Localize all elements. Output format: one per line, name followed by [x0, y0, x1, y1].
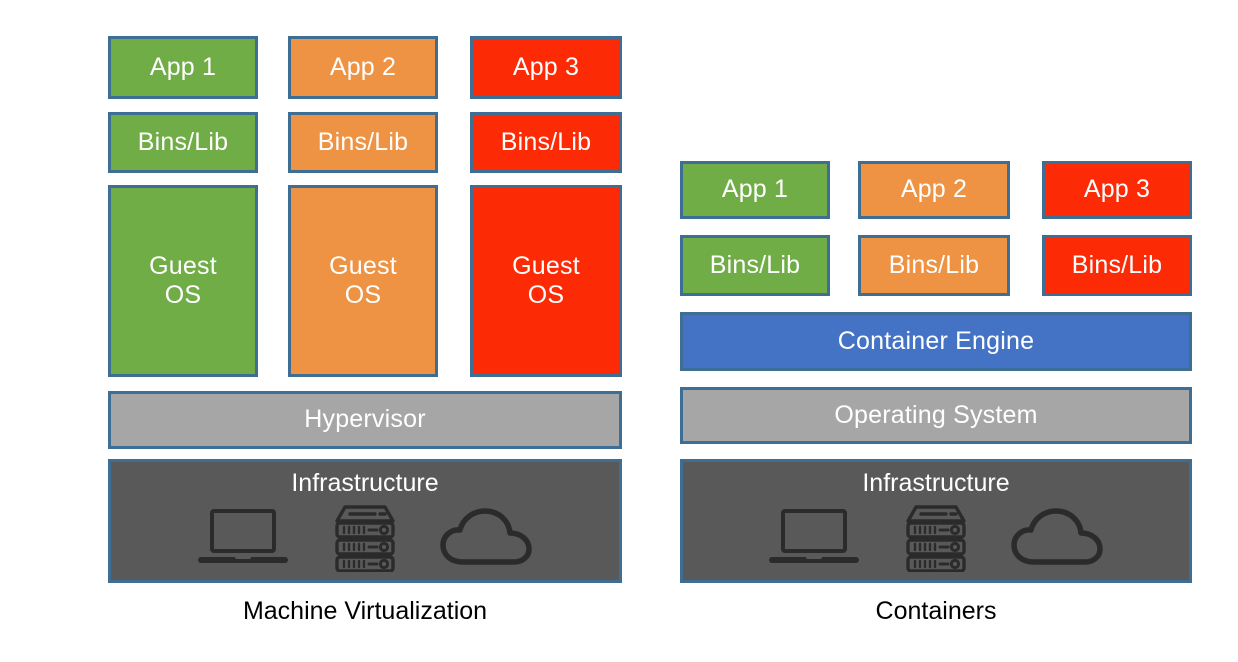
container-binslib-box-3[interactable]: Bins/Lib	[1042, 235, 1192, 296]
vm-app-box-1[interactable]: App 1	[108, 36, 258, 99]
vm-app-box-3[interactable]: App 3	[470, 36, 622, 99]
laptop-icon	[766, 506, 862, 568]
vm-guest-os-box-3[interactable]: Guest OS	[470, 185, 622, 377]
laptop-icon	[195, 506, 291, 568]
container-app-box-1[interactable]: App 1	[680, 161, 830, 219]
vm-infrastructure-icon-group	[111, 502, 619, 572]
container-app-box-2[interactable]: App 2	[858, 161, 1010, 219]
diagram-canvas: App 1 Bins/Lib Guest OS App 2 Bins/Lib G…	[0, 0, 1238, 662]
container-infrastructure-box[interactable]: Infrastructure	[680, 459, 1192, 583]
container-infrastructure-label: Infrastructure	[862, 469, 1010, 497]
server-rack-icon	[325, 502, 405, 572]
vm-binslib-box-3[interactable]: Bins/Lib	[470, 112, 622, 173]
vm-guest-os-box-1[interactable]: Guest OS	[108, 185, 258, 377]
container-binslib-box-2[interactable]: Bins/Lib	[858, 235, 1010, 296]
vm-binslib-box-2[interactable]: Bins/Lib	[288, 112, 438, 173]
container-infrastructure-icon-group	[683, 502, 1189, 572]
vm-infrastructure-box[interactable]: Infrastructure	[108, 459, 622, 583]
cloud-icon	[439, 506, 535, 568]
containers-caption: Containers	[875, 597, 997, 625]
vm-binslib-box-1[interactable]: Bins/Lib	[108, 112, 258, 173]
machine-virtualization-caption: Machine Virtualization	[242, 597, 488, 625]
vm-app-box-2[interactable]: App 2	[288, 36, 438, 99]
vm-guest-os-box-2[interactable]: Guest OS	[288, 185, 438, 377]
vm-infrastructure-label: Infrastructure	[291, 469, 439, 497]
container-engine-box[interactable]: Container Engine	[680, 312, 1192, 371]
container-binslib-box-1[interactable]: Bins/Lib	[680, 235, 830, 296]
container-app-box-3[interactable]: App 3	[1042, 161, 1192, 219]
cloud-icon	[1010, 506, 1106, 568]
hypervisor-box[interactable]: Hypervisor	[108, 391, 622, 449]
server-rack-icon	[896, 502, 976, 572]
operating-system-box[interactable]: Operating System	[680, 387, 1192, 444]
